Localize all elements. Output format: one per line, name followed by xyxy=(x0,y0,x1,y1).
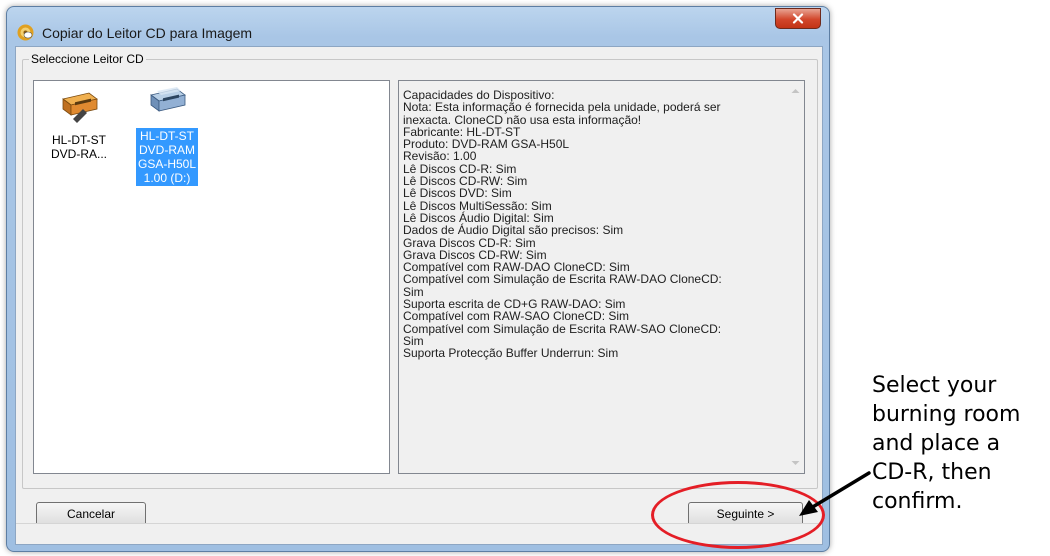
info-line: Nota: Esta informação é fornecida pela u… xyxy=(403,100,721,115)
capabilities-text: Capacidades do Dispositivo: Nota: Esta i… xyxy=(403,89,778,360)
dvd-drive-icon xyxy=(150,87,186,112)
title-bar[interactable]: Copiar do Leitor CD para Imagem xyxy=(7,7,829,47)
close-icon xyxy=(792,13,804,24)
info-line: Lê Discos DVD: Sim xyxy=(403,186,512,201)
scroll-up-icon[interactable] xyxy=(790,87,801,95)
device-item-1[interactable]: HL-DT-ST DVD-RA... xyxy=(38,89,120,162)
close-button[interactable] xyxy=(775,8,821,29)
device-label: HL-DT-ST DVD-RA... xyxy=(50,133,107,161)
pointer-arrow-icon xyxy=(799,471,871,516)
device-list[interactable]: HL-DT-ST DVD-RA... HL-DT-ST DVD-RAM GSA-… xyxy=(33,80,390,474)
device-label: HL-DT-ST DVD-RAM GSA-H50L 1.00 (D:) xyxy=(135,128,199,186)
group-label: Seleccione Leitor CD xyxy=(29,52,146,66)
clonecd-sheep-icon xyxy=(17,24,34,41)
window-title: Copiar do Leitor CD para Imagem xyxy=(42,25,253,41)
info-line: Revisão: 1.00 xyxy=(403,149,477,164)
info-line: Compatível com RAW-SAO CloneCD: Sim xyxy=(403,309,630,324)
drive-select-group: Seleccione Leitor CD HL-DT-ST DVD-RA... xyxy=(22,52,818,489)
dvd-drive-icon xyxy=(62,92,98,123)
info-line: Compatível com Simulação de Escrita RAW-… xyxy=(403,272,722,287)
info-line: Suporta Protecção Buffer Underrun: Sim xyxy=(403,346,619,361)
info-line: Compatível com Simulação de Escrita RAW-… xyxy=(403,321,722,336)
scroll-down-icon[interactable] xyxy=(790,459,801,467)
vertical-scrollbar[interactable] xyxy=(787,81,804,473)
device-capabilities-panel: Capacidades do Dispositivo: Nota: Esta i… xyxy=(398,80,805,474)
device-item-2[interactable]: HL-DT-ST DVD-RAM GSA-H50L 1.00 (D:) xyxy=(126,85,208,186)
annotation-note: Select your burning room and place a CD-… xyxy=(872,373,1021,514)
dialog-window: Copiar do Leitor CD para Imagem Seleccio… xyxy=(6,6,830,552)
info-line: Dados de Áudio Digital são precisos: Sim xyxy=(403,223,624,238)
dialog-client-area: Seleccione Leitor CD HL-DT-ST DVD-RA... xyxy=(15,46,823,545)
info-line: Grava Discos CD-R: Sim xyxy=(403,235,536,250)
